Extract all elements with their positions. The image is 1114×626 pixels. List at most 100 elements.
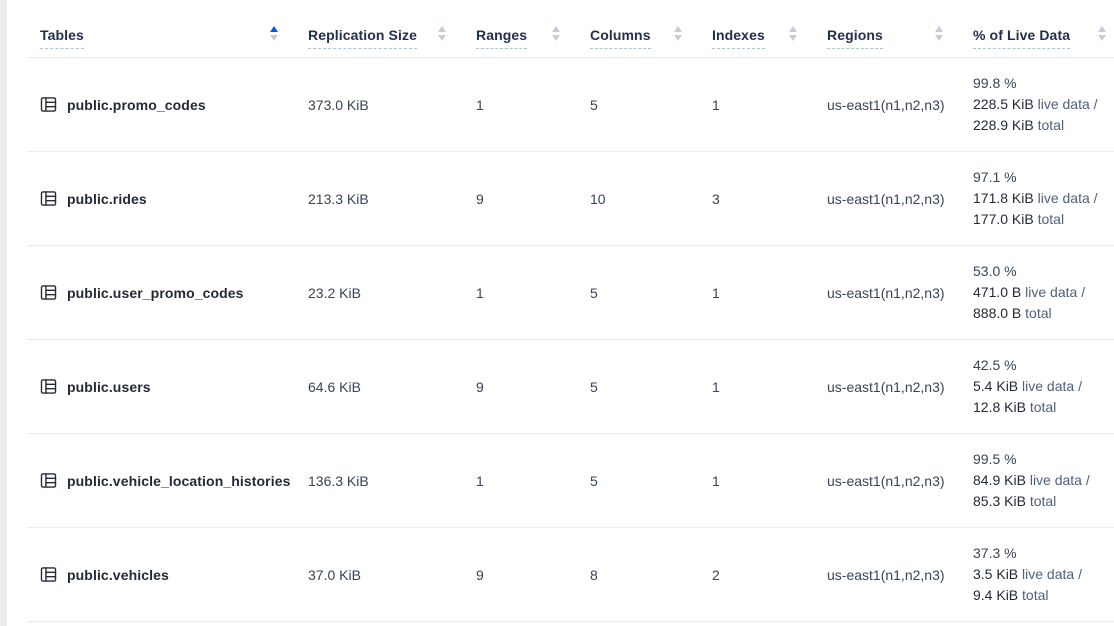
table-row: public.user_promo_codes 23.2 KiB 1 5 1 u… (27, 246, 1114, 340)
live-data-line: 171.8 KiB live data / (973, 188, 1114, 209)
indexes-value: 1 (712, 285, 827, 301)
table-name-link[interactable]: public.promo_codes (67, 97, 206, 113)
indexes-value: 1 (712, 379, 827, 395)
total-data-line: 9.4 KiB total (973, 585, 1114, 606)
column-header-label: Replication Size (308, 27, 417, 49)
table-row: public.users 64.6 KiB 9 5 1 us-east1(n1,… (27, 340, 1114, 434)
replication-size-value: 373.0 KiB (308, 97, 476, 113)
live-data-line: 228.5 KiB live data / (973, 94, 1114, 115)
sort-arrows-icon[interactable] (438, 26, 446, 41)
table-name-cell: public.vehicles (27, 566, 308, 583)
page-left-edge (0, 0, 7, 626)
column-header-label: Tables (40, 27, 84, 49)
regions-value: us-east1(n1,n2,n3) (827, 285, 973, 301)
columns-value: 10 (590, 191, 712, 207)
sort-arrows-icon[interactable] (552, 26, 560, 41)
live-data-line: 471.0 B live data / (973, 282, 1114, 303)
total-data-line: 85.3 KiB total (973, 491, 1114, 512)
columns-value: 5 (590, 473, 712, 489)
total-data-line: 888.0 B total (973, 303, 1114, 324)
table-grid-icon (40, 284, 57, 301)
table-name-link[interactable]: public.user_promo_codes (67, 285, 244, 301)
column-header-label: Regions (827, 27, 883, 49)
column-header-indexes[interactable]: Indexes (712, 10, 827, 57)
live-data-cell: 42.5 % 5.4 KiB live data / 12.8 KiB tota… (973, 355, 1114, 418)
table-grid-icon (40, 378, 57, 395)
indexes-value: 2 (712, 567, 827, 583)
ranges-value: 1 (476, 97, 590, 113)
table-name-link[interactable]: public.users (67, 379, 151, 395)
live-data-cell: 37.3 % 3.5 KiB live data / 9.4 KiB total (973, 543, 1114, 606)
column-header-label: Columns (590, 27, 651, 49)
tables-list: Tables Replication Size Ranges Columns I… (27, 10, 1114, 622)
regions-value: us-east1(n1,n2,n3) (827, 567, 973, 583)
table-body: public.promo_codes 373.0 KiB 1 5 1 us-ea… (27, 58, 1114, 622)
regions-value: us-east1(n1,n2,n3) (827, 191, 973, 207)
table-name-link[interactable]: public.rides (67, 191, 147, 207)
regions-value: us-east1(n1,n2,n3) (827, 379, 973, 395)
live-data-cell: 99.5 % 84.9 KiB live data / 85.3 KiB tot… (973, 449, 1114, 512)
table-row: public.promo_codes 373.0 KiB 1 5 1 us-ea… (27, 58, 1114, 152)
column-header-label: Indexes (712, 27, 765, 49)
ranges-value: 9 (476, 567, 590, 583)
indexes-value: 1 (712, 473, 827, 489)
table-grid-icon (40, 96, 57, 113)
sort-arrows-icon[interactable] (789, 26, 797, 41)
columns-value: 5 (590, 379, 712, 395)
indexes-value: 3 (712, 191, 827, 207)
regions-value: us-east1(n1,n2,n3) (827, 473, 973, 489)
column-header-regions[interactable]: Regions (827, 10, 973, 57)
total-data-line: 12.8 KiB total (973, 397, 1114, 418)
ranges-value: 9 (476, 379, 590, 395)
column-header-replication-size[interactable]: Replication Size (308, 10, 476, 57)
columns-value: 5 (590, 97, 712, 113)
table-name-link[interactable]: public.vehicle_location_histories (67, 473, 290, 489)
sort-arrows-icon[interactable] (1098, 26, 1106, 41)
live-data-line: 3.5 KiB live data / (973, 564, 1114, 585)
table-header-row: Tables Replication Size Ranges Columns I… (27, 10, 1114, 58)
column-header-columns[interactable]: Columns (590, 10, 712, 57)
replication-size-value: 23.2 KiB (308, 285, 476, 301)
live-data-cell: 99.8 % 228.5 KiB live data / 228.9 KiB t… (973, 73, 1114, 136)
live-data-percent: 99.5 % (973, 449, 1114, 470)
column-header-ranges[interactable]: Ranges (476, 10, 590, 57)
table-row: public.vehicle_location_histories 136.3 … (27, 434, 1114, 528)
column-header-label: % of Live Data (973, 27, 1070, 49)
ranges-value: 1 (476, 473, 590, 489)
live-data-percent: 42.5 % (973, 355, 1114, 376)
column-header-label: Ranges (476, 27, 527, 49)
live-data-percent: 53.0 % (973, 261, 1114, 282)
table-name-cell: public.promo_codes (27, 96, 308, 113)
table-name-link[interactable]: public.vehicles (67, 567, 169, 583)
replication-size-value: 213.3 KiB (308, 191, 476, 207)
table-row: public.rides 213.3 KiB 9 10 3 us-east1(n… (27, 152, 1114, 246)
live-data-percent: 99.8 % (973, 73, 1114, 94)
table-grid-icon (40, 472, 57, 489)
table-grid-icon (40, 190, 57, 207)
live-data-cell: 97.1 % 171.8 KiB live data / 177.0 KiB t… (973, 167, 1114, 230)
table-name-cell: public.users (27, 378, 308, 395)
sort-arrows-icon[interactable] (270, 26, 278, 41)
sort-arrows-icon[interactable] (935, 26, 943, 41)
live-data-percent: 97.1 % (973, 167, 1114, 188)
indexes-value: 1 (712, 97, 827, 113)
column-header-live-data[interactable]: % of Live Data (973, 10, 1114, 57)
ranges-value: 9 (476, 191, 590, 207)
column-header-tables[interactable]: Tables (27, 10, 308, 57)
live-data-percent: 37.3 % (973, 543, 1114, 564)
table-grid-icon (40, 566, 57, 583)
replication-size-value: 136.3 KiB (308, 473, 476, 489)
table-name-cell: public.rides (27, 190, 308, 207)
live-data-line: 5.4 KiB live data / (973, 376, 1114, 397)
table-name-cell: public.vehicle_location_histories (27, 472, 308, 489)
table-row: public.vehicles 37.0 KiB 9 8 2 us-east1(… (27, 528, 1114, 622)
columns-value: 5 (590, 285, 712, 301)
table-name-cell: public.user_promo_codes (27, 284, 308, 301)
total-data-line: 177.0 KiB total (973, 209, 1114, 230)
live-data-line: 84.9 KiB live data / (973, 470, 1114, 491)
sort-arrows-icon[interactable] (674, 26, 682, 41)
columns-value: 8 (590, 567, 712, 583)
replication-size-value: 37.0 KiB (308, 567, 476, 583)
total-data-line: 228.9 KiB total (973, 115, 1114, 136)
ranges-value: 1 (476, 285, 590, 301)
